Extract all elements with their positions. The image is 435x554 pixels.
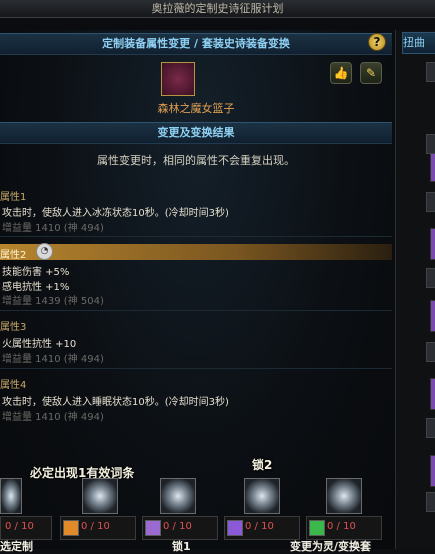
count-4: 0 / 10 xyxy=(327,521,356,532)
material-icon xyxy=(309,520,325,536)
side-button[interactable] xyxy=(426,62,435,82)
material-slot-1[interactable] xyxy=(82,478,118,514)
side-button[interactable] xyxy=(426,268,435,288)
attr-4-title: 属性4 xyxy=(0,380,27,391)
attr-2-gain: 增益量 1439 (神 504) xyxy=(2,296,104,307)
material-slot-0[interactable] xyxy=(0,478,22,514)
bottom-middle-label[interactable]: 锁1 xyxy=(172,538,191,554)
count-3: 0 / 10 xyxy=(245,521,274,532)
material-slot-2[interactable] xyxy=(160,478,196,514)
side-button[interactable] xyxy=(426,418,435,438)
side-item-thumb[interactable] xyxy=(430,228,435,260)
side-item-thumb[interactable] xyxy=(430,378,435,410)
side-tab[interactable]: 扭曲 xyxy=(402,32,435,54)
material-icon xyxy=(227,520,243,536)
notice-text: 属性变更时，相同的属性不会重复出现。 xyxy=(97,154,295,167)
attr-3-title: 属性3 xyxy=(0,322,27,333)
material-icon xyxy=(63,520,79,536)
count-row-4: 0 / 10 xyxy=(306,516,382,540)
divider xyxy=(0,310,392,311)
bottom-right-label[interactable]: 变更为灵/变换套 xyxy=(290,538,371,554)
side-item-thumb[interactable] xyxy=(430,300,435,332)
side-item-thumb[interactable] xyxy=(430,455,435,487)
window-title: 奥拉薇的定制史诗征服计划 xyxy=(0,0,435,18)
bottom-left-label[interactable]: 选定制 xyxy=(0,538,33,554)
attr-4-gain: 增益量 1410 (神 494) xyxy=(2,412,104,423)
count-row-0: 0 / 10 xyxy=(0,516,52,540)
attr-1-title: 属性1 xyxy=(0,192,27,203)
attr-3-gain: 增益量 1410 (神 494) xyxy=(2,354,104,365)
attr-2-line-2: 感电抗性 +1% xyxy=(2,282,70,293)
attr-2-line-1: 技能伤害 +5% xyxy=(2,267,70,278)
side-button[interactable] xyxy=(426,134,435,154)
count-0: 0 / 10 xyxy=(5,521,34,532)
book-icon[interactable]: ✎ xyxy=(360,62,382,84)
hint-lock2: 锁2 xyxy=(252,458,273,472)
material-icon xyxy=(145,520,161,536)
side-button[interactable] xyxy=(426,492,435,512)
result-header: 变更及变换结果 xyxy=(0,122,392,144)
material-slot-3[interactable] xyxy=(244,478,280,514)
count-row-1: 0 / 10 xyxy=(60,516,136,540)
attr-3-line: 火属性抗性 +10 xyxy=(2,339,77,350)
item-name: 森林之魔女篮子 xyxy=(157,102,235,115)
attr-1-gain: 增益量 1410 (神 494) xyxy=(2,223,104,234)
side-button[interactable] xyxy=(426,342,435,362)
help-icon[interactable]: ? xyxy=(368,33,386,51)
character-avatar-icon: ◔ xyxy=(36,243,53,260)
attr-1-line: 攻击时，使敌人进入冰冻状态10秒。(冷却时间3秒) xyxy=(2,208,229,219)
thumbs-up-icon[interactable]: 👍 xyxy=(330,62,352,84)
attr-2-highlight[interactable] xyxy=(0,244,392,260)
side-button[interactable] xyxy=(426,192,435,212)
count-2: 0 / 10 xyxy=(163,521,192,532)
section-header: 定制装备属性变更 / 套装史诗装备变换 xyxy=(0,33,392,55)
material-slot-4[interactable] xyxy=(326,478,362,514)
count-row-3: 0 / 10 xyxy=(224,516,300,540)
item-basket-icon[interactable] xyxy=(161,62,195,96)
attr-4-line: 攻击时，使敌人进入睡眠状态10秒。(冷却时间3秒) xyxy=(2,397,229,408)
count-1: 0 / 10 xyxy=(81,521,110,532)
attr-2-title: 属性2 xyxy=(0,250,27,261)
divider xyxy=(0,236,392,237)
side-item-thumb[interactable] xyxy=(430,150,435,182)
divider xyxy=(0,368,392,369)
count-row-2: 0 / 10 xyxy=(142,516,218,540)
